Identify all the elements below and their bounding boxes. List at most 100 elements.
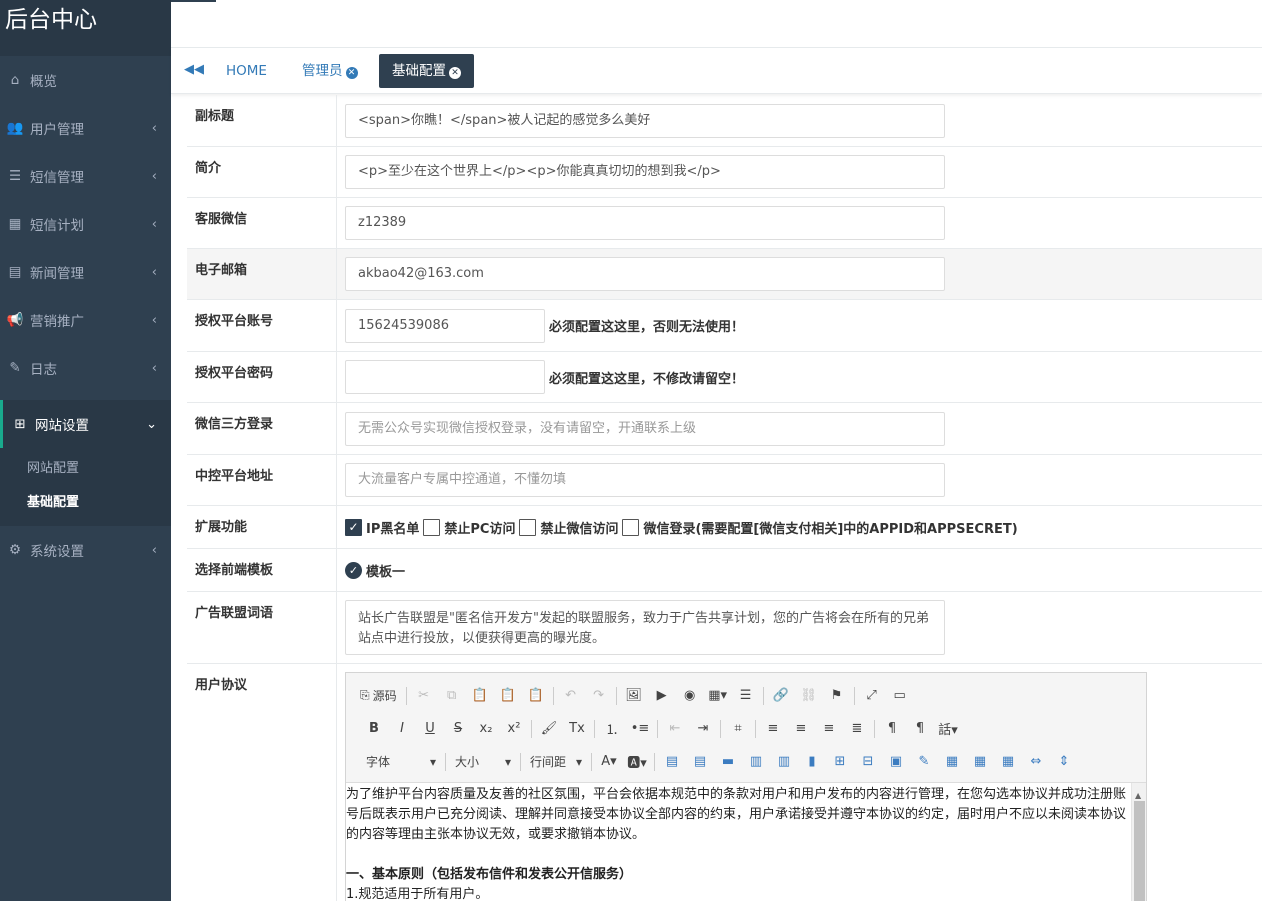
sidebar-item-website-settings[interactable]: ⊞ 网站设置 ⌄ <box>0 400 171 448</box>
editor-content[interactable]: 为了维护平台内容质量及友善的社区氛围，平台会依据本规范中的条款对用户和用户发布的… <box>346 782 1146 901</box>
auth-account-label: 授权平台账号 <box>187 300 337 351</box>
extension-checkbox[interactable]: ✓ IP黑名单 <box>345 518 419 537</box>
sidebar-subitem[interactable]: 基础配置 <box>0 486 171 520</box>
table-props-icon[interactable]: ▦ <box>938 754 966 769</box>
strikethrough-icon[interactable]: S <box>444 721 472 736</box>
sidebar-subitem[interactable]: 网站配置 <box>0 452 171 486</box>
ltr-icon[interactable]: ¶ <box>878 721 906 736</box>
intro-input[interactable]: <p>至少在这个世界上</p><p>你能真真切切的想到我</p> <box>345 155 945 189</box>
subscript-icon[interactable]: x₂ <box>472 721 500 736</box>
tab-back-icon[interactable]: ◀◀ <box>184 62 204 77</box>
underline-icon[interactable]: U <box>416 721 444 736</box>
unordered-list-icon[interactable]: •≡ <box>626 721 654 736</box>
align-center-icon[interactable]: ≡ <box>787 721 815 736</box>
language-icon[interactable]: 話▾ <box>934 719 962 738</box>
checkbox-icon[interactable] <box>519 518 537 536</box>
outdent-icon[interactable]: ⇤ <box>661 721 689 736</box>
table-merge-cell-icon[interactable]: ⊟ <box>854 754 882 769</box>
bold-icon[interactable]: B <box>360 721 388 736</box>
extension-checkbox[interactable]: 微信登录(需要配置[微信支付相关]中的APPID和APPSECRET) <box>622 518 1018 537</box>
table-grid2-icon[interactable]: ▦ <box>994 754 1022 769</box>
superscript-icon[interactable]: x² <box>500 721 528 736</box>
tab-basic-config[interactable]: 基础配置 ✕ <box>379 54 474 88</box>
font-size-select[interactable]: 大小 ▾ <box>449 751 517 773</box>
table-insert-row-after-icon[interactable]: ▤ <box>686 754 714 769</box>
wechat-service-input[interactable]: z12389 <box>345 206 945 240</box>
table-delete-col-icon[interactable]: ▮ <box>798 754 826 769</box>
table-delete-cell-icon[interactable]: ▣ <box>882 754 910 769</box>
control-addr-input[interactable]: 大流量客户专属中控通道，不懂勿填 <box>345 463 945 497</box>
line-height-select[interactable]: 行间距 ▾ <box>524 751 588 773</box>
sidebar-item-0[interactable]: ⌂ 概览 <box>0 56 171 104</box>
table-split-cell-icon[interactable]: ⊞ <box>826 754 854 769</box>
header-accent <box>171 0 216 2</box>
preview-icon[interactable]: ▭ <box>886 688 914 703</box>
image-icon[interactable]: 🖼 <box>620 688 648 703</box>
table-grid-icon[interactable]: ▦ <box>966 754 994 769</box>
link-icon[interactable]: 🔗 <box>767 688 795 703</box>
email-input[interactable]: akbao42@163.com <box>345 257 945 291</box>
table-cell-props-icon[interactable]: ✎ <box>910 754 938 769</box>
source-button[interactable]: ⎘ 源码 <box>360 685 403 707</box>
indent-icon[interactable]: ⇥ <box>689 721 717 736</box>
sidebar-subnav: 网站配置 基础配置 <box>0 448 171 526</box>
paste-text-icon[interactable]: 📋 <box>494 688 522 703</box>
font-color-icon[interactable]: A▾ <box>595 754 623 769</box>
sidebar-item-system-settings[interactable]: ⚙ 系统设置 ‹ <box>0 526 171 574</box>
template-radio[interactable]: ✓ <box>345 561 362 579</box>
align-justify-icon[interactable]: ≣ <box>843 721 871 736</box>
table-merge-h-icon[interactable]: ⇔ <box>1022 754 1050 769</box>
table-icon[interactable]: ▦▾ <box>704 688 732 703</box>
hr-icon[interactable]: ☰ <box>732 688 760 703</box>
checkbox-icon[interactable] <box>622 518 640 536</box>
tab-admin-close-icon[interactable]: ✕ <box>345 67 358 79</box>
tab-admin[interactable]: 管理员 ✕ <box>289 54 371 88</box>
ad-slogan-textarea[interactable]: 站长广告联盟是"匿名信开发方"发起的联盟服务，致力于广告共享计划，您的广告将会在… <box>345 600 945 655</box>
wechat-login-input[interactable]: 无需公众号实现微信授权登录，没有请留空，开通联系上级 <box>345 411 945 446</box>
italic-icon[interactable]: I <box>388 721 416 736</box>
table-insert-col-before-icon[interactable]: ▥ <box>742 754 770 769</box>
sidebar-item-2[interactable]: ☰ 短信管理 ‹ <box>0 152 171 200</box>
tab-home[interactable]: HOME <box>213 54 280 88</box>
auth-password-input[interactable] <box>345 360 545 394</box>
background-color-icon[interactable]: 🅰▾ <box>623 752 651 771</box>
copy-icon[interactable]: ⧉ <box>438 688 466 703</box>
table-insert-col-after-icon[interactable]: ▥ <box>770 754 798 769</box>
checkbox-icon[interactable] <box>423 518 441 536</box>
maximize-icon[interactable]: ⤢ <box>858 688 886 703</box>
checkbox-checked-icon[interactable]: ✓ <box>345 518 362 536</box>
paste-icon[interactable]: 📋 <box>466 688 494 703</box>
align-right-icon[interactable]: ≡ <box>815 721 843 736</box>
unlink-icon[interactable]: ⛓ <box>795 688 823 703</box>
table-insert-row-before-icon[interactable]: ▤ <box>658 754 686 769</box>
align-left-icon[interactable]: ≡ <box>759 721 787 736</box>
cut-icon[interactable]: ✂ <box>410 688 438 703</box>
flash-icon[interactable]: ◉ <box>676 688 704 703</box>
redo-icon[interactable]: ↷ <box>585 688 613 703</box>
scrollbar-thumb[interactable] <box>1134 801 1145 901</box>
editor-scrollbar[interactable]: ▲ <box>1131 783 1146 901</box>
anchor-icon[interactable]: ⚑ <box>823 688 851 703</box>
sidebar-item-4[interactable]: ▤ 新闻管理 ‹ <box>0 248 171 296</box>
undo-icon[interactable]: ↶ <box>557 688 585 703</box>
ordered-list-icon[interactable]: ⒈ <box>598 719 626 738</box>
sidebar-item-6[interactable]: ✎ 日志 ‹ <box>0 344 171 392</box>
sidebar-item-1[interactable]: 👥 用户管理 ‹ <box>0 104 171 152</box>
rtl-icon[interactable]: ¶ <box>906 721 934 736</box>
sidebar-item-3[interactable]: ▦ 短信计划 ‹ <box>0 200 171 248</box>
table-merge-v-icon[interactable]: ⇕ <box>1050 754 1078 769</box>
div-icon[interactable]: ⌗ <box>724 721 752 736</box>
clear-format-icon[interactable]: Tx <box>563 721 591 736</box>
font-family-select[interactable]: 字体 ▾ <box>360 751 442 773</box>
auth-account-input[interactable]: 15624539086 <box>345 308 545 343</box>
extension-checkbox[interactable]: 禁止PC访问 <box>423 518 515 537</box>
extension-checkbox[interactable]: 禁止微信访问 <box>519 518 618 537</box>
paste-word-icon[interactable]: 📋 <box>522 688 550 703</box>
tab-basic-close-icon[interactable]: ✕ <box>449 67 461 79</box>
subtitle-input[interactable]: <span>你瞧！</span>被人记起的感觉多么美好 <box>345 103 945 138</box>
video-icon[interactable]: ▶ <box>648 688 676 703</box>
toolbar-row-1: ⎘ 源码 ✂ ⧉ 📋 📋 📋 ↶ ↷ 🖼 ▶ ◉ ▦▾ ☰ 🔗 ⛓ ⚑ ⤢ ▭ <box>360 679 1136 712</box>
table-delete-row-icon[interactable]: ▬ <box>714 754 742 769</box>
sidebar-item-5[interactable]: 📢 营销推广 ‹ <box>0 296 171 344</box>
format-painter-icon[interactable]: 🖌 <box>535 721 563 736</box>
